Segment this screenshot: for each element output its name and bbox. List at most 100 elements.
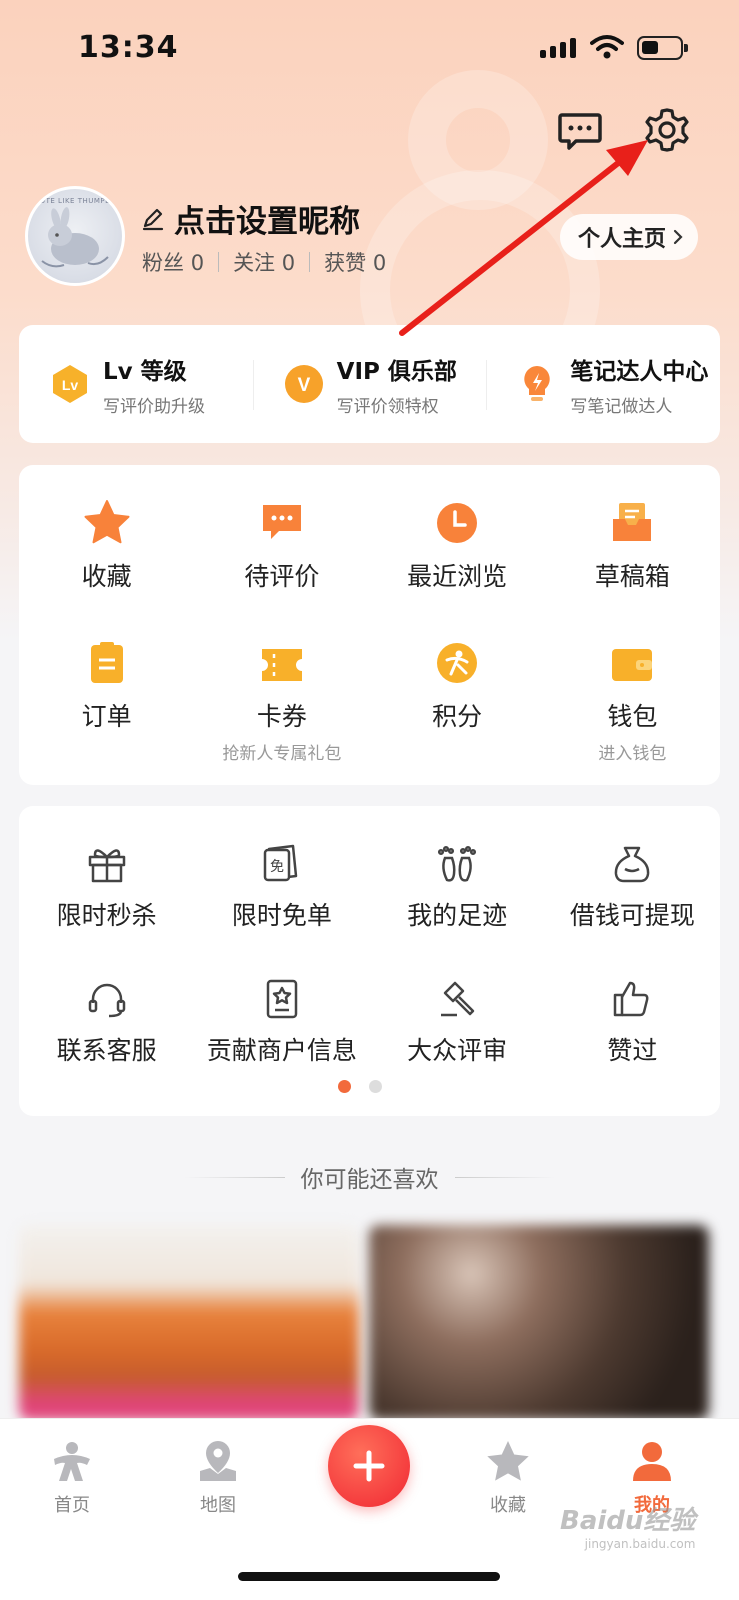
- drafts-icon: [613, 503, 652, 541]
- settings-gear-icon[interactable]: [640, 103, 694, 157]
- stat-fans[interactable]: 粉丝 0: [142, 247, 204, 277]
- grid-label: 收藏: [81, 562, 132, 591]
- grid-label: 限时免单: [231, 901, 332, 930]
- grid-item-points[interactable]: 积分: [370, 635, 545, 775]
- svg-text:Lv: Lv: [62, 377, 79, 393]
- watermark-url: jingyan.baidu.com: [584, 1537, 696, 1551]
- page-dot[interactable]: [369, 1080, 382, 1093]
- grid-label: 草稿箱: [594, 562, 670, 591]
- tab-map[interactable]: 地图: [168, 1439, 268, 1517]
- stat-label: 关注: [233, 251, 276, 275]
- coupon-icon: [261, 649, 302, 681]
- level-item-vip[interactable]: V VIP 俱乐部 写评价领特权: [252, 352, 487, 417]
- service-footprints[interactable]: 我的足迹: [370, 834, 545, 969]
- stat-value: 0: [190, 251, 205, 275]
- merchant-info-icon: [266, 979, 298, 1019]
- free-ticket-icon: 免: [263, 844, 298, 882]
- stat-value: 0: [281, 251, 296, 275]
- service-flash-sale[interactable]: 限时秒杀: [19, 834, 194, 969]
- level-title: 笔记达人中心: [570, 358, 709, 385]
- grid-label: 最近浏览: [407, 562, 508, 591]
- svg-text:V: V: [297, 375, 310, 396]
- tab-label: 收藏: [490, 1495, 526, 1516]
- vip-badge-icon: V: [284, 365, 323, 403]
- edit-pencil-icon: [142, 208, 164, 230]
- status-time: 13:34: [78, 30, 179, 65]
- lv-badge-icon: Lv: [53, 365, 87, 403]
- recommend-title-text: 你可能还喜欢: [300, 1167, 439, 1193]
- wifi-icon: [590, 35, 624, 59]
- recommend-item-2[interactable]: [369, 1225, 709, 1420]
- clock-icon: [437, 503, 478, 543]
- order-icon: [90, 642, 123, 683]
- comment-icon: [262, 505, 301, 539]
- add-button[interactable]: [328, 1425, 410, 1507]
- stat-label: 粉丝: [142, 251, 184, 275]
- personal-homepage-button[interactable]: 个人主页: [560, 214, 699, 260]
- grid-sublabel: 抢新人专属礼包: [222, 744, 342, 764]
- star-icon: [84, 500, 130, 544]
- money-bag-icon: [615, 846, 650, 883]
- level-item-note-expert[interactable]: 笔记达人中心 写笔记做达人: [486, 352, 720, 417]
- footprint-icon: [438, 845, 477, 882]
- home-indicator: [238, 1572, 500, 1581]
- level-title: Lv 等级: [103, 358, 187, 385]
- level-subtitle: 写评价领特权: [336, 396, 439, 417]
- message-icon[interactable]: [553, 103, 607, 157]
- headset-icon: [88, 983, 125, 1018]
- tab-favorites[interactable]: 收藏: [458, 1439, 558, 1517]
- grid-item-wallet[interactable]: 钱包 进入钱包: [545, 635, 720, 775]
- avatar[interactable]: CUTE LIKE THUMPER: [25, 186, 125, 286]
- free-ticket-text: 免: [270, 859, 284, 875]
- grid-label: 借钱可提现: [569, 901, 695, 930]
- profile-stats: 粉丝 0 关注 0 获赞 0: [142, 247, 386, 277]
- level-item-lv[interactable]: Lv Lv 等级写评价助升级: [19, 352, 253, 417]
- divider: [218, 252, 220, 272]
- grid-label: 贡献商户信息: [206, 1036, 357, 1065]
- stat-likes[interactable]: 获赞 0: [324, 247, 386, 277]
- watermark-text: Baidu经验: [560, 1506, 696, 1536]
- stat-following[interactable]: 关注 0: [233, 247, 295, 277]
- grid-item-drafts[interactable]: 草稿箱: [545, 495, 720, 635]
- service-free-order[interactable]: 免 限时免单: [194, 834, 369, 969]
- grid-item-favorites[interactable]: 收藏: [19, 495, 194, 635]
- grid-item-coupons[interactable]: 卡券 抢新人专属礼包: [194, 635, 369, 775]
- grid-item-recent[interactable]: 最近浏览: [370, 495, 545, 635]
- grid-item-orders[interactable]: 订单: [19, 635, 194, 775]
- nickname-text: 点击设置昵称: [174, 204, 360, 240]
- stat-value: 0: [372, 251, 387, 275]
- stat-label: 获赞: [324, 251, 367, 275]
- status-bar: 13:34: [0, 0, 739, 100]
- grid-sublabel: 进入钱包: [598, 744, 667, 764]
- grid-label: 订单: [81, 702, 132, 731]
- recommend-item-1[interactable]: [19, 1225, 359, 1420]
- service-loan[interactable]: 借钱可提现: [545, 834, 720, 969]
- tab-label: 首页: [54, 1495, 90, 1516]
- divider: [309, 252, 311, 272]
- grid-label: 钱包: [607, 702, 658, 731]
- plus-icon: [353, 1450, 385, 1482]
- grid-label: 赞过: [607, 1036, 658, 1065]
- grid-label: 卡券: [256, 702, 307, 731]
- grid-label: 限时秒杀: [56, 901, 157, 930]
- wallet-icon: [612, 649, 653, 681]
- page-dot-active[interactable]: [338, 1080, 351, 1093]
- service-grid: 限时秒杀 免 限时免单 我的足迹 借钱可提现 联系客服 贡献商户信息 大众评审 …: [19, 806, 720, 1116]
- thumbs-up-icon: [614, 981, 649, 1017]
- map-pin-icon: [200, 1441, 236, 1481]
- chevron-right-icon: [673, 229, 683, 245]
- avatar-caption: CUTE LIKE THUMPER: [34, 197, 116, 205]
- service-customer-support[interactable]: 联系客服: [19, 969, 194, 1104]
- service-liked[interactable]: 赞过: [545, 969, 720, 1104]
- grid-label: 待评价: [244, 562, 320, 591]
- grid-item-pending-review[interactable]: 待评价: [194, 495, 369, 635]
- nickname-row[interactable]: 点击设置昵称: [140, 196, 360, 241]
- divider: [454, 1176, 555, 1178]
- tab-home[interactable]: 首页: [22, 1439, 122, 1517]
- level-subtitle: 写评价助升级: [103, 396, 205, 417]
- points-icon: [437, 643, 478, 683]
- page-indicator: [338, 1080, 382, 1093]
- battery-icon: [637, 36, 688, 60]
- level-card: Lv Lv 等级写评价助升级 V VIP 俱乐部 写评价领特权 笔记达人中心 写笔记…: [19, 325, 720, 443]
- service-public-review[interactable]: 大众评审: [370, 969, 545, 1104]
